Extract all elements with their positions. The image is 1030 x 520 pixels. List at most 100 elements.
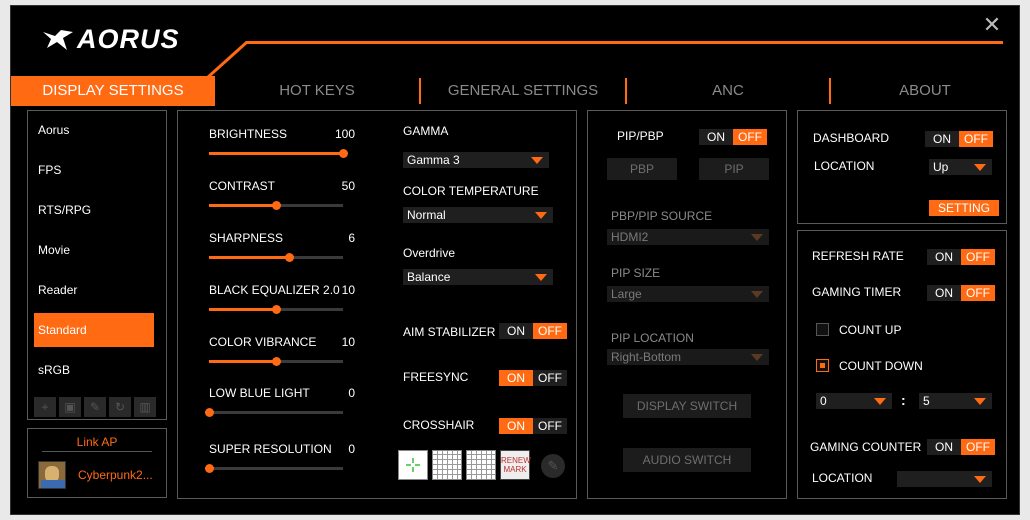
slider-handle[interactable] xyxy=(272,201,281,210)
pip-source-dropdown[interactable]: HDMI2 xyxy=(607,229,769,245)
gaming-counter-label: GAMING COUNTER xyxy=(810,440,922,454)
toggle-on[interactable]: ON xyxy=(499,323,533,339)
low-blue-light-slider[interactable] xyxy=(205,408,343,417)
chevron-down-icon xyxy=(535,212,547,219)
eagle-icon xyxy=(43,29,73,50)
dashboard-toggle[interactable]: ON OFF xyxy=(925,131,993,147)
gaming-timer-label: GAMING TIMER xyxy=(812,285,902,299)
crosshair-toggle[interactable]: ON OFF xyxy=(499,418,567,434)
profile-reader[interactable]: Reader xyxy=(28,273,154,307)
count-down-radio[interactable] xyxy=(816,359,829,372)
toggle-on[interactable]: ON xyxy=(499,370,533,386)
toggle-off[interactable]: OFF xyxy=(959,131,993,147)
pbp-button[interactable]: PBP xyxy=(607,158,677,180)
gaming-counter-location-label: LOCATION xyxy=(812,471,873,485)
toggle-off[interactable]: OFF xyxy=(733,129,767,145)
chevron-down-icon xyxy=(751,291,763,298)
toggle-on[interactable]: ON xyxy=(927,285,961,301)
timer-seconds-dropdown[interactable]: 5 xyxy=(919,393,992,409)
display-switch-button[interactable]: DISPLAY SWITCH xyxy=(623,394,751,418)
crosshair-style-1[interactable] xyxy=(398,450,428,480)
toggle-on[interactable]: ON xyxy=(927,439,961,455)
toggle-off[interactable]: OFF xyxy=(961,249,995,265)
toggle-off[interactable]: OFF xyxy=(533,418,567,434)
tab-about[interactable]: ABOUT xyxy=(833,76,1017,106)
toggle-on[interactable]: ON xyxy=(699,129,733,145)
pip-location-label: PIP LOCATION xyxy=(611,331,694,345)
overdrive-dropdown[interactable]: Balance xyxy=(403,269,553,285)
pip-pbp-label: PIP/PBP xyxy=(617,129,664,143)
tab-general-settings[interactable]: GENERAL SETTINGS xyxy=(423,76,623,106)
add-icon[interactable]: + xyxy=(34,397,56,417)
slider-handle[interactable] xyxy=(272,305,281,314)
edit-icon[interactable]: ✎ xyxy=(84,397,106,417)
toggle-off[interactable]: OFF xyxy=(533,370,567,386)
dashboard-location-label: LOCATION xyxy=(814,159,875,173)
pip-button[interactable]: PIP xyxy=(699,158,769,180)
slider-handle[interactable] xyxy=(205,464,214,473)
app-avatar xyxy=(38,461,66,489)
profile-rts-rpg[interactable]: RTS/RPG xyxy=(28,193,154,227)
tab-anc[interactable]: ANC xyxy=(631,76,825,106)
edit-icon[interactable]: ✎ xyxy=(541,454,565,478)
refresh-rate-toggle[interactable]: ON OFF xyxy=(927,249,995,265)
color-temperature-dropdown[interactable]: Normal xyxy=(403,207,553,223)
refresh-rate-label: REFRESH RATE xyxy=(812,249,904,263)
pip-size-dropdown[interactable]: Large xyxy=(607,286,769,302)
count-up-radio[interactable] xyxy=(816,323,829,336)
contrast-value: 50 xyxy=(341,179,355,193)
slider-handle[interactable] xyxy=(205,408,214,417)
toggle-on[interactable]: ON xyxy=(927,249,961,265)
black-equalizer-slider[interactable] xyxy=(209,305,343,314)
low-blue-light-label: LOW BLUE LIGHT xyxy=(209,386,310,400)
tab-hot-keys[interactable]: HOT KEYS xyxy=(231,76,403,106)
timer-minutes-value: 0 xyxy=(820,394,827,408)
super-resolution-slider[interactable] xyxy=(205,464,343,473)
toggle-off[interactable]: OFF xyxy=(533,323,567,339)
toggle-on[interactable]: ON xyxy=(499,418,533,434)
reset-icon[interactable]: ↻ xyxy=(109,397,131,417)
slider-handle[interactable] xyxy=(339,149,348,158)
aim-stabilizer-toggle[interactable]: ON OFF xyxy=(499,323,567,339)
gaming-counter-toggle[interactable]: ON OFF xyxy=(927,439,995,455)
gaming-counter-location-dropdown[interactable] xyxy=(897,471,992,487)
pip-pbp-toggle[interactable]: ON OFF xyxy=(699,129,767,145)
dashboard-setting-button[interactable]: SETTING xyxy=(929,200,999,216)
tab-display-settings[interactable]: DISPLAY SETTINGS xyxy=(11,76,215,106)
gamma-dropdown[interactable]: Gamma 3 xyxy=(403,152,549,168)
toggle-off[interactable]: OFF xyxy=(961,439,995,455)
brightness-slider[interactable] xyxy=(209,149,348,158)
contrast-slider[interactable] xyxy=(209,201,343,210)
black-equalizer-label: BLACK EQUALIZER 2.0 xyxy=(209,283,340,297)
toggle-on[interactable]: ON xyxy=(925,131,959,147)
gaming-timer-toggle[interactable]: ON OFF xyxy=(927,285,995,301)
profile-aorus[interactable]: Aorus xyxy=(28,113,154,147)
close-icon[interactable]: ✕ xyxy=(981,14,1003,36)
pip-location-dropdown[interactable]: Right-Bottom xyxy=(607,349,769,365)
sharpness-slider[interactable] xyxy=(209,253,343,262)
crosshair-style-2[interactable] xyxy=(432,450,462,480)
timer-separator: : xyxy=(901,392,906,408)
chevron-down-icon xyxy=(531,157,543,164)
timer-minutes-dropdown[interactable]: 0 xyxy=(816,393,892,409)
delete-icon[interactable]: ▥ xyxy=(134,397,156,417)
link-ap-app-name[interactable]: Cyberpunk2... xyxy=(78,468,153,482)
profile-standard[interactable]: Standard xyxy=(34,313,154,347)
dashboard-label: DASHBOARD xyxy=(813,131,890,145)
crosshair-style-4[interactable]: RENEW MARK xyxy=(500,450,531,480)
dashboard-location-dropdown[interactable]: Up xyxy=(929,159,992,175)
toggle-off[interactable]: OFF xyxy=(961,285,995,301)
profile-fps[interactable]: FPS xyxy=(28,153,154,187)
header-accent-diagonal xyxy=(205,40,249,80)
count-down-label: COUNT DOWN xyxy=(839,359,923,373)
super-resolution-value: 0 xyxy=(348,442,355,456)
color-vibrance-slider[interactable] xyxy=(209,357,343,366)
audio-switch-button[interactable]: AUDIO SWITCH xyxy=(623,448,751,472)
slider-handle[interactable] xyxy=(272,357,281,366)
profile-movie[interactable]: Movie xyxy=(28,233,154,267)
crosshair-style-3[interactable] xyxy=(466,450,496,480)
link-ap-panel: Link AP Cyberpunk2... xyxy=(27,428,167,498)
freesync-toggle[interactable]: ON OFF xyxy=(499,370,567,386)
profile-srgb[interactable]: sRGB xyxy=(28,353,154,387)
save-icon[interactable]: ▣ xyxy=(59,397,81,417)
